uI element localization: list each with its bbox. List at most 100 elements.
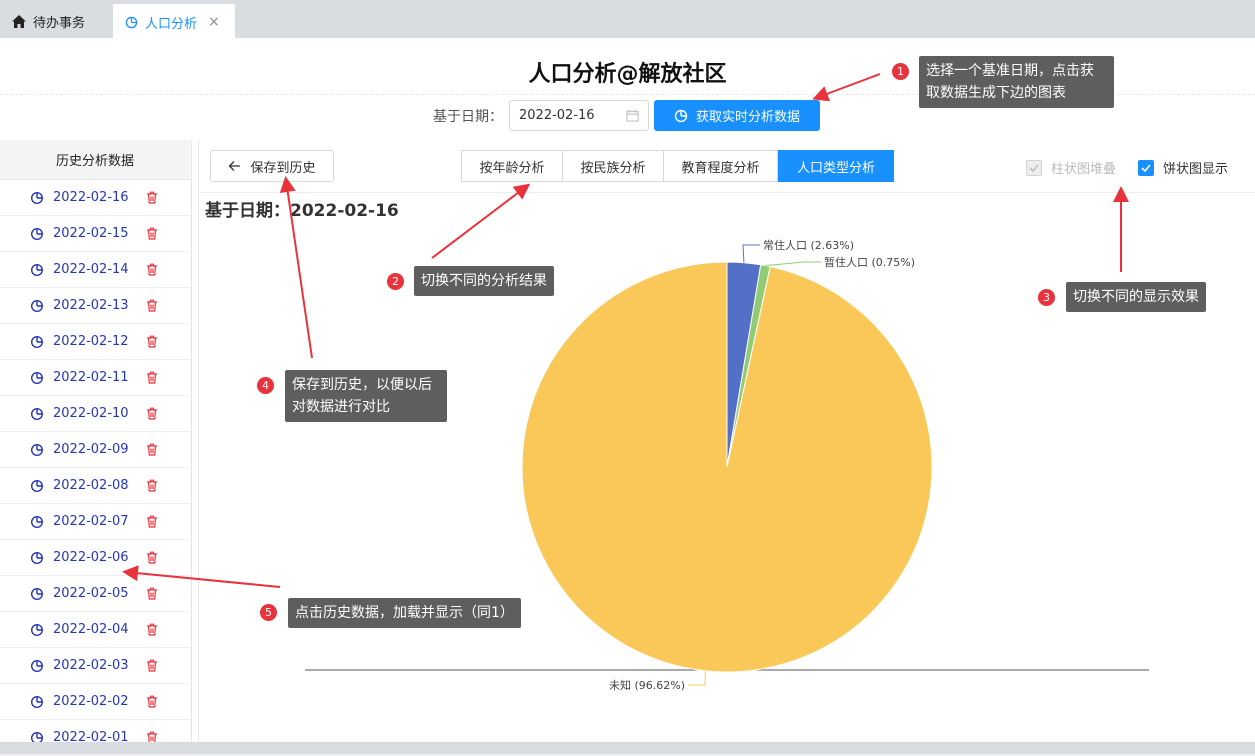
pie-chart: 常住人口 (2.63%) 暂住人口 (0.75%) 未知 (96.62%)	[305, 238, 1149, 692]
delete-icon[interactable]	[146, 695, 158, 708]
history-date: 2022-02-06	[53, 550, 129, 565]
history-date: 2022-02-12	[53, 334, 129, 349]
pie-label: 饼状图显示	[1163, 162, 1229, 177]
sidebar-separator	[198, 140, 199, 742]
callout-5: 点击历史数据，加载并显示（同1）	[288, 598, 521, 628]
pie-chart-icon	[125, 16, 138, 28]
delete-icon[interactable]	[146, 659, 158, 672]
history-item[interactable]: 2022-02-02	[0, 684, 190, 720]
tab-population-type-analysis[interactable]: 人口类型分析	[778, 150, 894, 182]
pie-chart-icon	[30, 299, 44, 312]
delete-icon[interactable]	[146, 335, 158, 348]
date-value: 2022-02-16	[519, 108, 595, 123]
delete-icon[interactable]	[146, 551, 158, 564]
history-list: 2022-02-16 2022-02-15 2022-02-14 2022-02-13…	[0, 180, 190, 756]
history-item[interactable]: 2022-02-11	[0, 360, 190, 396]
tab-population-analysis[interactable]: 人口分析 ×	[113, 4, 235, 38]
pie-chart-icon	[30, 659, 44, 672]
history-item[interactable]: 2022-02-09	[0, 432, 190, 468]
history-item[interactable]: 2022-02-13	[0, 288, 190, 324]
sidebar-header: 历史分析数据	[0, 140, 190, 180]
pie-chart-icon	[30, 335, 44, 348]
delete-icon[interactable]	[146, 515, 158, 528]
history-item[interactable]: 2022-02-05	[0, 576, 190, 612]
history-date: 2022-02-11	[53, 370, 129, 385]
delete-icon[interactable]	[146, 371, 158, 384]
delete-icon[interactable]	[146, 587, 158, 600]
callout-badge-4: 4	[256, 376, 275, 395]
stack-label: 柱状图堆叠	[1051, 162, 1117, 177]
delete-icon[interactable]	[146, 443, 158, 456]
pie-chart-icon	[30, 263, 44, 276]
history-item[interactable]: 2022-02-14	[0, 252, 190, 288]
delete-icon[interactable]	[146, 479, 158, 492]
tab-education-analysis[interactable]: 教育程度分析	[663, 150, 778, 182]
save-button-label: 保存到历史	[250, 160, 316, 176]
delete-icon[interactable]	[146, 407, 158, 420]
pie-chart-icon	[30, 623, 44, 636]
callout-2: 切换不同的分析结果	[414, 266, 554, 296]
callout-1: 选择一个基准日期，点击获取数据生成下边的图表	[919, 56, 1114, 108]
pie-chart-icon	[30, 407, 44, 420]
pie-slice-2[interactable]	[521, 261, 933, 673]
checkbox-box	[1138, 159, 1154, 176]
pie-label: 常住人口 (2.63%)	[763, 238, 854, 252]
pie-chart-icon	[30, 443, 44, 456]
history-item[interactable]: 2022-02-15	[0, 216, 190, 252]
stack-bar-checkbox[interactable]: 柱状图堆叠	[1026, 158, 1116, 177]
history-date: 2022-02-07	[53, 514, 129, 529]
history-date: 2022-02-16	[53, 190, 129, 205]
pie-chart-icon	[30, 227, 44, 240]
pie-chart-icon	[674, 109, 688, 122]
calendar-icon	[626, 109, 639, 122]
delete-icon[interactable]	[146, 227, 158, 240]
delete-icon[interactable]	[146, 299, 158, 312]
history-item[interactable]: 2022-02-06	[0, 540, 190, 576]
pie-chart-icon	[30, 191, 44, 204]
history-item[interactable]: 2022-02-07	[0, 504, 190, 540]
close-icon[interactable]: ×	[208, 14, 220, 30]
pie-chart-icon	[30, 371, 44, 384]
tab-todo[interactable]: 待办事务	[0, 4, 97, 38]
callout-badge-3: 3	[1037, 288, 1056, 307]
home-icon	[12, 14, 26, 28]
date-picker[interactable]: 2022-02-16	[509, 100, 649, 131]
pie-label: 未知 (96.62%)	[609, 678, 685, 692]
delete-icon[interactable]	[146, 263, 158, 276]
history-item[interactable]: 2022-02-12	[0, 324, 190, 360]
history-date: 2022-02-15	[53, 226, 129, 241]
callout-badge-5: 5	[259, 603, 278, 622]
tab-label: 按年龄分析	[479, 160, 545, 176]
delete-icon[interactable]	[146, 623, 158, 636]
tab-age-analysis[interactable]: 按年龄分析	[461, 150, 563, 182]
tab-ethnicity-analysis[interactable]: 按民族分析	[562, 150, 664, 182]
history-date: 2022-02-05	[53, 586, 129, 601]
history-item[interactable]: 2022-02-04	[0, 612, 190, 648]
pie-leader-line	[765, 261, 821, 267]
callout-badge-1: 1	[891, 62, 910, 81]
history-date: 2022-02-10	[53, 406, 129, 421]
history-item[interactable]: 2022-02-16	[0, 180, 190, 216]
check-icon	[1029, 163, 1039, 172]
callout-badge-2: 2	[386, 272, 405, 291]
history-date: 2022-02-08	[53, 478, 129, 493]
tab-label: 人口分析	[145, 16, 198, 32]
pie-display-checkbox[interactable]: 饼状图显示	[1138, 158, 1228, 177]
history-item[interactable]: 2022-02-08	[0, 468, 190, 504]
fetch-realtime-data-button[interactable]: 获取实时分析数据	[654, 100, 820, 131]
history-date: 2022-02-04	[53, 622, 129, 637]
bottom-strip	[0, 742, 1255, 754]
pie-label: 暂住人口 (0.75%)	[824, 255, 915, 269]
pie-chart-icon	[30, 551, 44, 564]
history-item[interactable]: 2022-02-10	[0, 396, 190, 432]
save-to-history-button[interactable]: 保存到历史	[210, 150, 334, 182]
pie-chart-icon	[30, 515, 44, 528]
history-date: 2022-02-02	[53, 694, 129, 709]
history-item[interactable]: 2022-02-03	[0, 648, 190, 684]
pie-chart-icon	[30, 587, 44, 600]
pie-chart-icon	[30, 695, 44, 708]
history-date: 2022-02-03	[53, 658, 129, 673]
delete-icon[interactable]	[146, 191, 158, 204]
date-label: 基于日期：	[433, 109, 503, 125]
pie-chart-icon	[30, 479, 44, 492]
